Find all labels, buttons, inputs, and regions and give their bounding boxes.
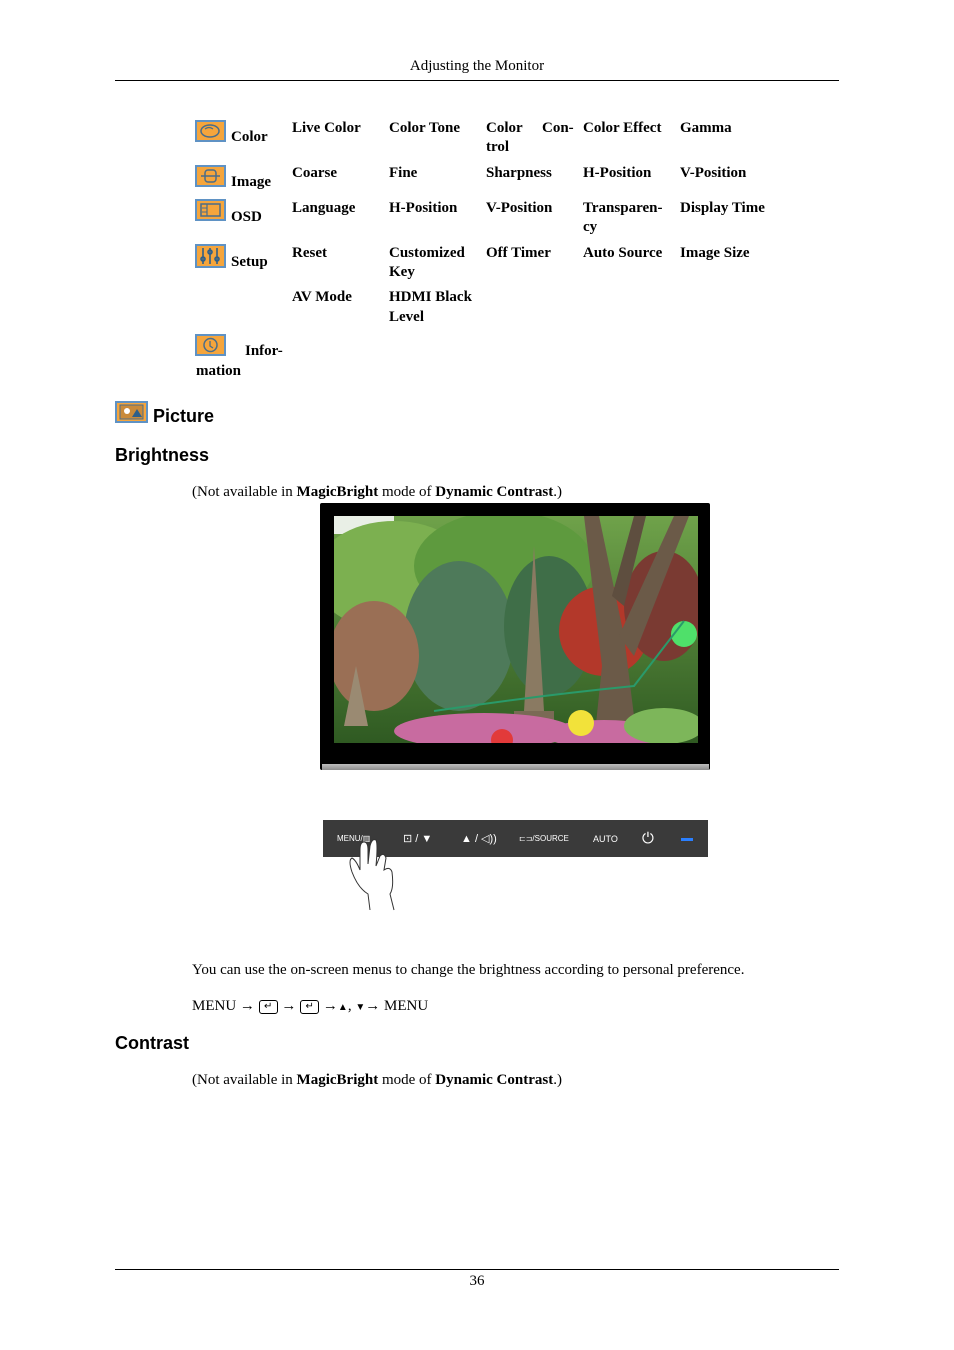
menu-item: Color	[486, 120, 523, 136]
up-key-icon: ▲	[337, 1002, 348, 1013]
menu-key-text: MENU	[192, 998, 237, 1014]
menu-color-label: Color	[231, 129, 268, 145]
menu-item: AV Mode	[292, 289, 352, 305]
menu-item: H-Position	[583, 165, 652, 181]
menu-item: Sharpness	[486, 165, 552, 181]
enter-key-icon: ↵	[258, 999, 278, 1014]
menu-key-text: MENU	[383, 998, 429, 1014]
note-text: (Not available in	[192, 484, 297, 500]
power-button[interactable]: ⏻	[642, 829, 654, 847]
footer-divider	[115, 1269, 839, 1270]
note-text: mode of	[378, 484, 436, 500]
page-number: 36	[469, 1273, 485, 1289]
menu-osd-label: OSD	[231, 209, 262, 225]
arrow-icon: →	[239, 998, 255, 1014]
down-key-icon: ▼	[355, 1002, 366, 1013]
source-button[interactable]: ⊏⊐/SOURCE	[519, 834, 569, 843]
note-dynamic-contrast: Dynamic Contrast	[435, 484, 554, 500]
menu-item: Customized	[389, 245, 465, 261]
menu-item: Fine	[389, 165, 418, 181]
power-indicator-led	[681, 838, 693, 841]
menu-item: trol	[486, 139, 510, 155]
note-text: .)	[553, 484, 562, 500]
brightness-heading: Brightness	[115, 445, 210, 465]
osd-icon	[195, 199, 226, 221]
page-header-title: Adjusting the Monitor	[409, 58, 545, 74]
note-magicbright: MagicBright	[296, 484, 379, 500]
menu-item: H-Position	[389, 200, 458, 216]
arrow-icon: →	[322, 998, 338, 1014]
menu-setup-label: Setup	[231, 254, 268, 270]
monitor-stand-base	[322, 764, 709, 770]
header-divider	[115, 80, 839, 81]
menu-item: Color Tone	[389, 120, 460, 136]
menu-item: cy	[583, 219, 598, 235]
section-title: Picture	[153, 406, 215, 426]
enter-key-icon: ↵	[300, 999, 320, 1014]
menu-item: Transparen-	[583, 200, 663, 216]
brightness-description: You can use the on-screen menus to chang…	[192, 962, 745, 978]
auto-button[interactable]: AUTO	[593, 834, 618, 844]
menu-item: Reset	[292, 245, 327, 261]
menu-item: Language	[292, 200, 356, 216]
menu-item: Display Time	[680, 200, 765, 216]
menu-item: Color Effect	[583, 120, 662, 136]
picture-icon	[115, 401, 148, 423]
menu-item: Level	[389, 309, 424, 325]
menu-item: Key	[389, 264, 415, 280]
note-dynamic-contrast: Dynamic Contrast	[435, 1072, 554, 1088]
menu-information-label: Infor-	[245, 343, 283, 359]
up-volume-button[interactable]: ▲ / ◁))	[461, 832, 497, 845]
note-text: mode of	[378, 1072, 436, 1088]
image-icon	[195, 165, 226, 187]
note-text: .)	[553, 1072, 562, 1088]
menu-item: Live Color	[292, 120, 361, 136]
contrast-heading: Contrast	[115, 1033, 190, 1053]
menu-information-label-cont: mation	[196, 363, 241, 379]
enter-down-button[interactable]: ⊡ / ▼	[403, 832, 432, 845]
brightness-note: (Not available in MagicBright mode of Dy…	[192, 484, 562, 501]
menu-item: Con-	[542, 120, 574, 136]
arrow-icon: →	[365, 998, 381, 1014]
arrow-icon: →	[281, 998, 297, 1014]
menu-item: Gamma	[680, 120, 732, 136]
note-magicbright: MagicBright	[296, 1072, 379, 1088]
setup-icon	[195, 244, 226, 268]
information-icon	[195, 334, 226, 356]
monitor-screen-image	[334, 516, 698, 743]
menu-image-label: Image	[231, 174, 271, 190]
color-icon	[195, 120, 226, 142]
brightness-key-sequence: MENU → ↵ → ↵ →▲, ▼→ MENU	[192, 998, 428, 1015]
menu-item: Off Timer	[486, 245, 551, 261]
menu-item: Auto Source	[583, 245, 663, 261]
menu-item: HDMI Black	[389, 289, 472, 305]
hand-pointer-icon	[340, 836, 400, 919]
note-text: (Not available in	[192, 1072, 297, 1088]
menu-item: V-Position	[486, 200, 553, 216]
contrast-note: (Not available in MagicBright mode of Dy…	[192, 1072, 562, 1089]
menu-item: Coarse	[292, 165, 337, 181]
menu-item: Image Size	[680, 245, 750, 261]
menu-item: V-Position	[680, 165, 747, 181]
separator: ,	[347, 998, 352, 1014]
